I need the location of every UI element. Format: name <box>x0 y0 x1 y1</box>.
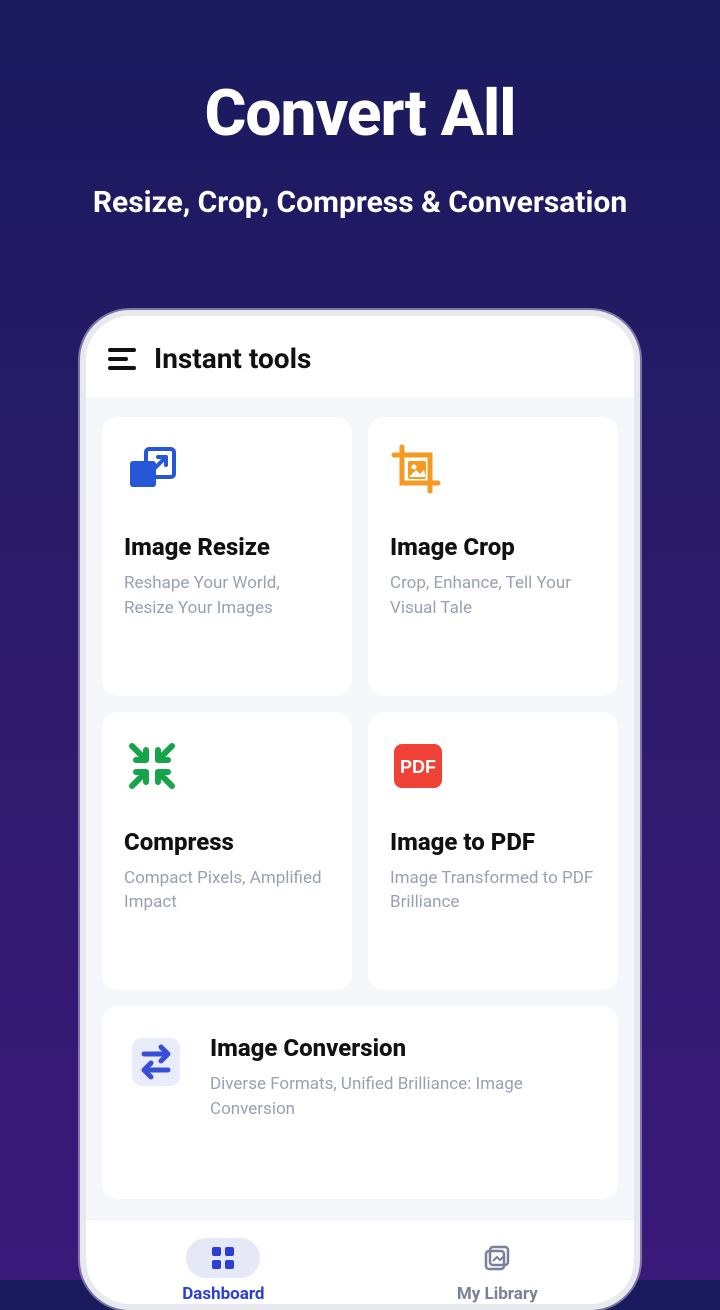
svg-text:PDF: PDF <box>400 757 436 777</box>
appbar-title: Instant tools <box>154 342 311 375</box>
library-icon <box>483 1244 511 1272</box>
phone-frame: Instant tools Image Resize Reshape Your … <box>80 310 640 1310</box>
crop-icon <box>390 443 446 499</box>
tool-image-crop[interactable]: Image Crop Crop, Enhance, Tell Your Visu… <box>368 417 618 696</box>
tool-title: Image to PDF <box>390 828 596 856</box>
tool-compress[interactable]: Compress Compact Pixels, Amplified Impac… <box>102 712 352 991</box>
nav-label: Dashboard <box>182 1284 264 1304</box>
tool-desc: Compact Pixels, Amplified Impact <box>124 866 330 915</box>
tool-image-conversion[interactable]: Image Conversion Diverse Formats, Unifie… <box>102 1006 618 1199</box>
hero-subtitle: Resize, Crop, Compress & Conversation <box>0 185 720 220</box>
bottom-nav: Dashboard My Library <box>86 1219 634 1304</box>
tool-title: Image Crop <box>390 533 596 561</box>
hero-title: Convert All <box>0 76 720 151</box>
convert-icon <box>128 1034 184 1090</box>
app-screen: Instant tools Image Resize Reshape Your … <box>86 316 634 1304</box>
pdf-icon: PDF <box>390 738 446 794</box>
compress-icon <box>124 738 180 794</box>
tool-desc: Crop, Enhance, Tell Your Visual Tale <box>390 571 596 620</box>
resize-icon <box>124 443 180 499</box>
nav-dashboard[interactable]: Dashboard <box>182 1238 264 1304</box>
app-bar: Instant tools <box>86 316 634 397</box>
tools-grid: Image Resize Reshape Your World, Resize … <box>86 397 634 1219</box>
tool-desc: Diverse Formats, Unified Brilliance: Ima… <box>210 1072 592 1121</box>
nav-label: My Library <box>457 1284 538 1304</box>
menu-icon[interactable] <box>108 348 136 370</box>
tool-desc: Image Transformed to PDF Brilliance <box>390 866 596 915</box>
nav-my-library[interactable]: My Library <box>457 1238 538 1304</box>
tool-image-to-pdf[interactable]: PDF Image to PDF Image Transformed to PD… <box>368 712 618 991</box>
tool-title: Image Conversion <box>210 1034 592 1062</box>
dashboard-icon <box>210 1245 236 1271</box>
tool-title: Compress <box>124 828 330 856</box>
tool-title: Image Resize <box>124 533 330 561</box>
hero-banner: Convert All Resize, Crop, Compress & Con… <box>0 0 720 220</box>
tool-desc: Reshape Your World, Resize Your Images <box>124 571 330 620</box>
tool-image-resize[interactable]: Image Resize Reshape Your World, Resize … <box>102 417 352 696</box>
